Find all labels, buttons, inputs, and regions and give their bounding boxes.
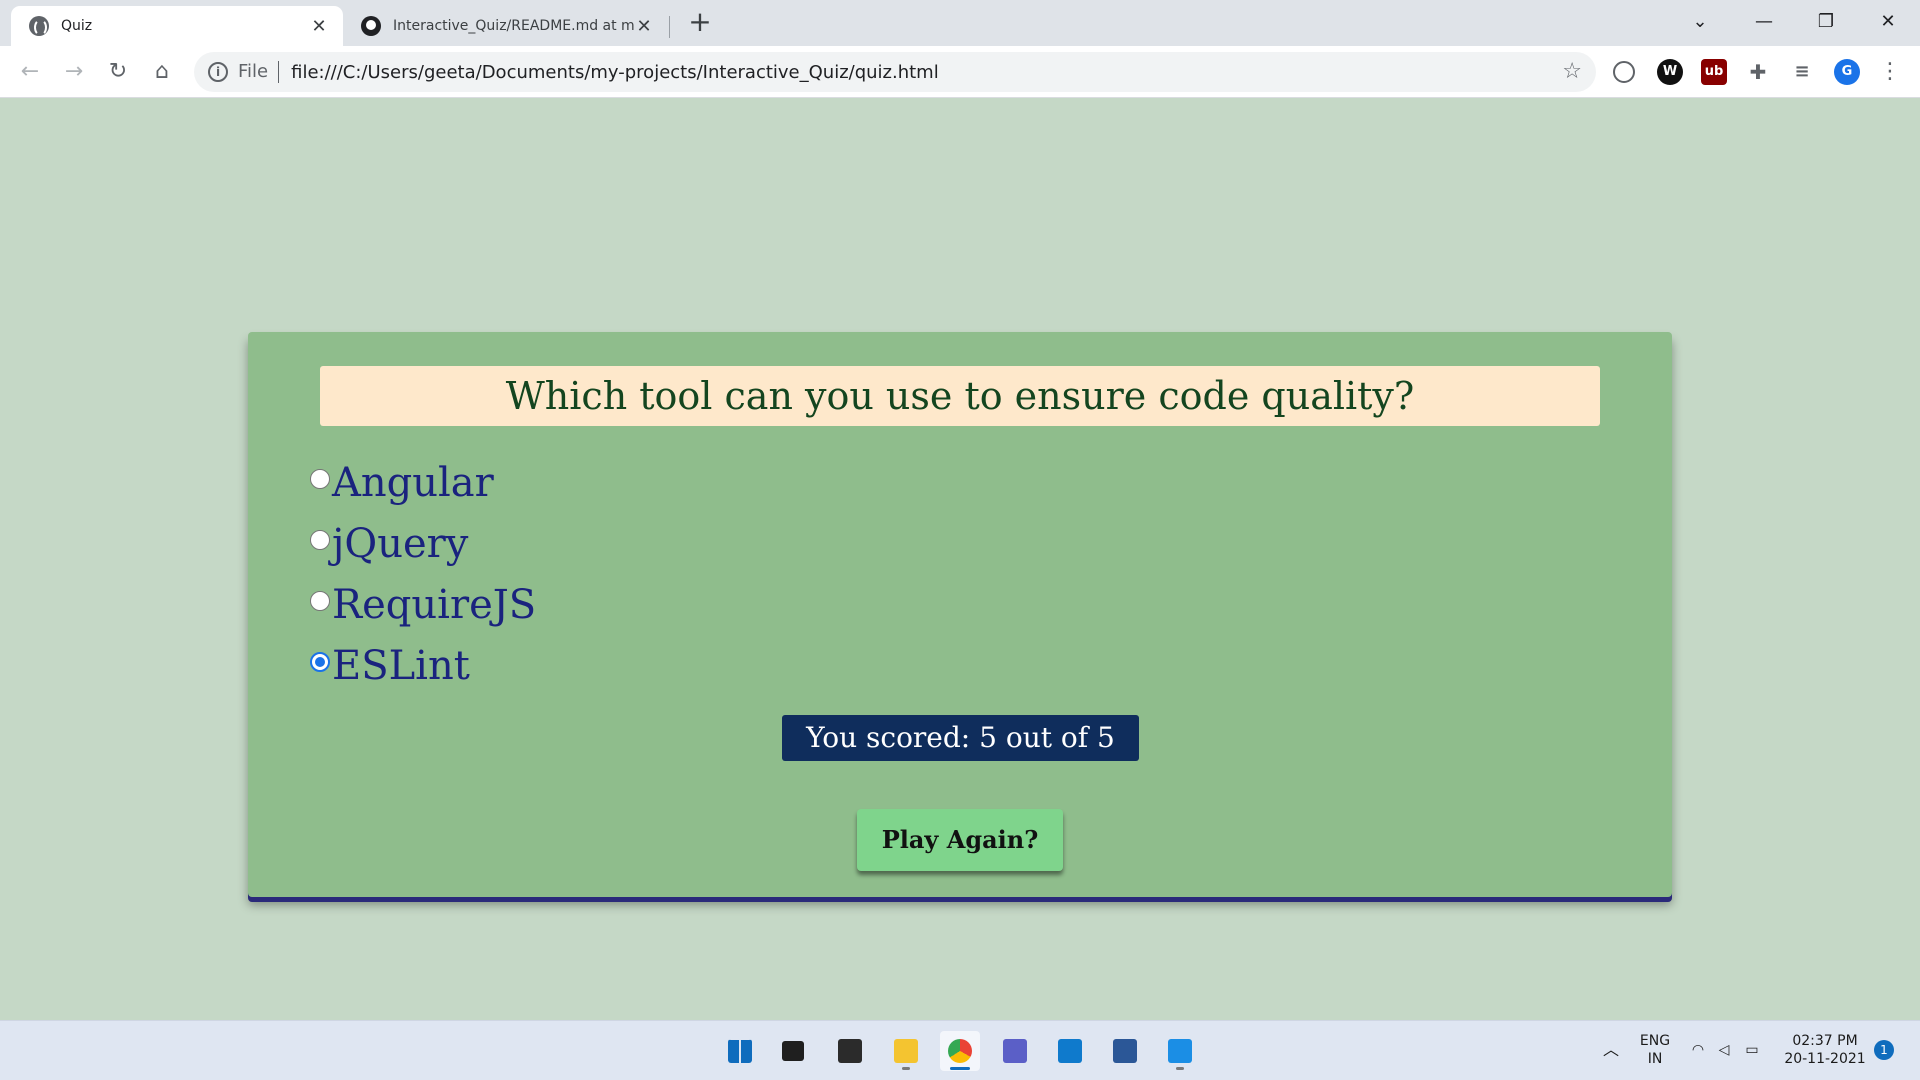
chrome-icon: [948, 1039, 972, 1063]
active-indicator: [950, 1067, 970, 1070]
tab-readme[interactable]: Interactive_Quiz/README.md at mai ✕: [343, 6, 668, 46]
url-text[interactable]: file:///C:/Users/geeta/Documents/my-proj…: [291, 62, 939, 83]
globe-icon: [29, 16, 49, 36]
tray-chevron-icon[interactable]: ︿: [1596, 1020, 1626, 1080]
close-tab-icon[interactable]: ✕: [634, 16, 654, 37]
profile-avatar[interactable]: G: [1834, 59, 1860, 85]
tab-divider: [669, 16, 670, 38]
forward-button[interactable]: →: [60, 58, 88, 86]
task-view-icon: [782, 1041, 804, 1061]
close-tab-icon[interactable]: ✕: [309, 16, 329, 37]
new-tab-button[interactable]: +: [686, 8, 714, 36]
address-bar[interactable]: i File file:///C:/Users/geeta/Documents/…: [194, 52, 1596, 92]
media-queue-icon[interactable]: ≡: [1789, 59, 1815, 85]
battery-icon[interactable]: ▭: [1740, 1020, 1764, 1080]
photos-icon: [1168, 1039, 1192, 1063]
language-line2: IN: [1647, 1051, 1663, 1067]
language-indicator[interactable]: ENG IN: [1630, 1020, 1680, 1080]
option-requirejs[interactable]: RequireJS: [310, 574, 536, 635]
github-icon: [361, 16, 381, 36]
bookmark-star-icon[interactable]: ☆: [1562, 59, 1582, 84]
option-label: jQuery: [332, 520, 469, 567]
clock[interactable]: 02:37 PM 20-11-2021: [1782, 1020, 1868, 1080]
store-button[interactable]: [1105, 1031, 1145, 1071]
ublock-icon[interactable]: ub: [1701, 59, 1727, 85]
teams-button[interactable]: [995, 1031, 1035, 1071]
task-view-button[interactable]: [774, 1031, 814, 1071]
option-label: RequireJS: [332, 581, 537, 628]
start-button[interactable]: [720, 1031, 760, 1071]
photos-button[interactable]: [1160, 1031, 1200, 1071]
radio-button[interactable]: [310, 468, 330, 489]
vscode-button[interactable]: [1050, 1031, 1090, 1071]
minimize-button[interactable]: —: [1744, 8, 1784, 36]
back-button[interactable]: ←: [16, 58, 44, 86]
close-window-button[interactable]: ✕: [1868, 8, 1908, 36]
file-explorer-button[interactable]: [886, 1031, 926, 1071]
terminal-button[interactable]: [830, 1031, 870, 1071]
tab-title: Quiz: [61, 18, 93, 34]
extensions-puzzle-icon[interactable]: ✚: [1745, 59, 1771, 85]
scheme-label: File: [238, 61, 280, 83]
notification-badge[interactable]: 1: [1874, 1040, 1894, 1060]
wifi-icon[interactable]: ◠: [1688, 1020, 1708, 1080]
clock-date: 20-11-2021: [1784, 1051, 1866, 1067]
store-icon: [1113, 1039, 1137, 1063]
language-line1: ENG: [1639, 1033, 1671, 1049]
play-again-button[interactable]: Play Again?: [857, 809, 1063, 871]
option-jquery[interactable]: jQuery: [310, 513, 536, 574]
tab-search-icon[interactable]: ⌄: [1680, 8, 1720, 36]
file-explorer-icon: [894, 1039, 918, 1063]
quiz-card: Which tool can you use to ensure code qu…: [248, 332, 1672, 897]
info-icon[interactable]: i: [208, 62, 228, 82]
radio-button-checked[interactable]: [310, 651, 330, 672]
menu-kebab-icon[interactable]: ⋮: [1876, 58, 1904, 86]
radio-button[interactable]: [310, 529, 330, 550]
volume-icon[interactable]: ◁: [1714, 1020, 1734, 1080]
start-icon: [728, 1039, 752, 1063]
lens-extension-icon[interactable]: [1613, 61, 1635, 83]
w-extension-icon[interactable]: W: [1657, 59, 1683, 85]
restore-button[interactable]: ❐: [1806, 8, 1846, 36]
chrome-button[interactable]: [940, 1031, 980, 1071]
clock-time: 02:37 PM: [1792, 1033, 1858, 1049]
home-button[interactable]: ⌂: [148, 58, 176, 86]
teams-icon: [1003, 1039, 1027, 1063]
tab-title: Interactive_Quiz/README.md at mai: [393, 18, 634, 34]
option-eslint[interactable]: ESLint: [310, 635, 536, 696]
question-text: Which tool can you use to ensure code qu…: [320, 366, 1600, 426]
running-indicator: [1176, 1067, 1184, 1070]
browser-toolbar: ← → ↻ ⌂ i File file:///C:/Users/geeta/Do…: [0, 46, 1920, 98]
option-angular[interactable]: Angular: [310, 452, 536, 513]
option-label: ESLint: [332, 642, 470, 689]
reload-button[interactable]: ↻: [104, 58, 132, 86]
option-label: Angular: [332, 459, 494, 506]
vscode-icon: [1058, 1039, 1082, 1063]
terminal-icon: [838, 1039, 862, 1063]
radio-button[interactable]: [310, 590, 330, 611]
score-banner: You scored: 5 out of 5: [782, 715, 1139, 761]
running-indicator: [902, 1067, 910, 1070]
browser-tab-strip: Quiz ✕ Interactive_Quiz/README.md at mai…: [0, 0, 1920, 46]
answer-options: Angular jQuery RequireJS ESLint: [310, 452, 536, 696]
tab-quiz[interactable]: Quiz ✕: [11, 6, 343, 46]
